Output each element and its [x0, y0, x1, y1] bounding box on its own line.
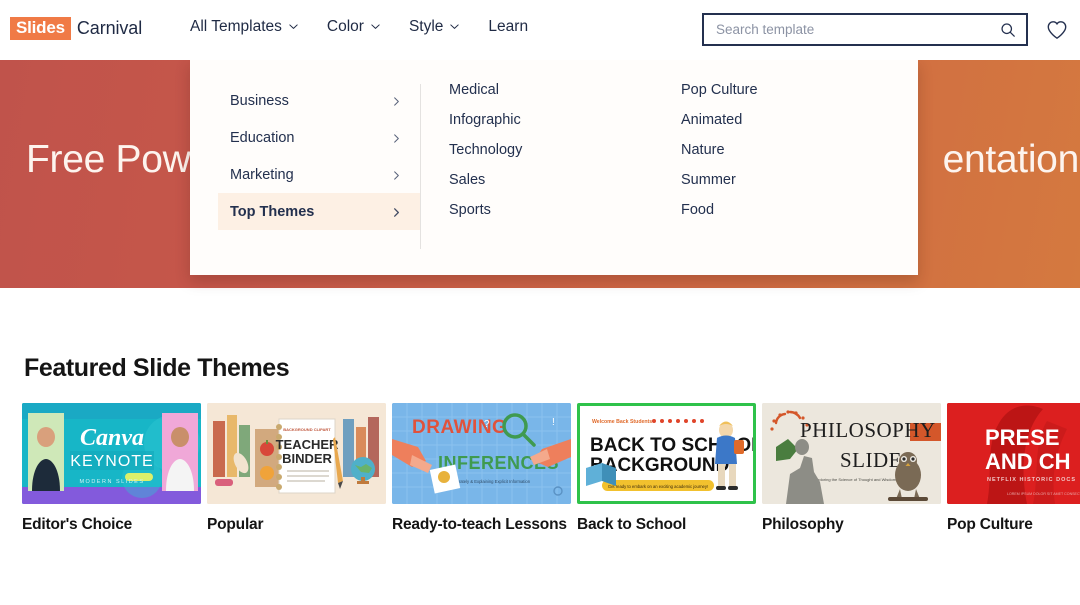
- mega-sub-infographic[interactable]: Infographic: [449, 112, 681, 128]
- chevron-down-icon: [370, 21, 379, 30]
- svg-text:TEACHER: TEACHER: [276, 437, 339, 452]
- svg-text:NETFLIX HISTORIC DOCS: NETFLIX HISTORIC DOCS: [987, 477, 1076, 483]
- thumb-art-canva: Canva KEYNOTE MODERN SLIDES: [22, 403, 201, 504]
- chevron-right-icon: [391, 206, 402, 217]
- thumb-art-drawing-inferences: DRAWING INFERENCES Quoting Accurately & …: [392, 403, 571, 504]
- nav-item-all-templates[interactable]: All Templates: [190, 18, 297, 36]
- featured-card-label: Pop Culture: [947, 515, 1080, 534]
- nav-item-label: All Templates: [190, 18, 282, 36]
- mega-category-label: Marketing: [230, 167, 294, 183]
- main-nav: All Templates Color Style Learn: [190, 18, 528, 36]
- search-box[interactable]: [702, 13, 1028, 46]
- chevron-down-icon: [449, 21, 458, 30]
- hero-title-right: entations: [943, 138, 1080, 181]
- svg-text:BINDER: BINDER: [282, 451, 332, 466]
- chevron-down-icon: [288, 21, 297, 30]
- nav-item-label: Color: [327, 18, 364, 36]
- logo-badge-slides: Slides: [10, 17, 71, 40]
- svg-text:LOREM IPSUM DOLOR SIT AMET CON: LOREM IPSUM DOLOR SIT AMET CONSECTETUR: [1007, 492, 1080, 496]
- thumbnail-editors-choice[interactable]: Canva KEYNOTE MODERN SLIDES: [22, 403, 201, 504]
- svg-text:Canva: Canva: [80, 425, 144, 451]
- mega-sub-sales[interactable]: Sales: [449, 172, 681, 188]
- mega-sub-medical[interactable]: Medical: [449, 82, 681, 98]
- mega-sub-sports[interactable]: Sports: [449, 202, 681, 218]
- featured-card-label: Popular: [207, 515, 386, 534]
- mega-sub-summer[interactable]: Summer: [681, 172, 913, 188]
- svg-text:BACKGROUND CLIPART: BACKGROUND CLIPART: [283, 427, 331, 432]
- featured-card-label: Editor's Choice: [22, 515, 201, 534]
- svg-text:DRAWING: DRAWING: [412, 417, 507, 438]
- mega-category-label: Top Themes: [230, 204, 314, 220]
- heart-icon: [1046, 27, 1068, 44]
- mega-menu-subcategories: Medical Infographic Technology Sales Spo…: [421, 82, 918, 275]
- mega-menu-categories: Business Education Marketing Top Themes: [190, 82, 420, 275]
- svg-text:?: ?: [484, 419, 490, 430]
- page-title: Featured Slide Themes: [24, 354, 289, 383]
- mega-subcolumn-one: Medical Infographic Technology Sales Spo…: [449, 82, 681, 275]
- mega-sub-food[interactable]: Food: [681, 202, 913, 218]
- svg-text:KEYNOTE: KEYNOTE: [70, 453, 153, 470]
- featured-cards-row: Canva KEYNOTE MODERN SLIDES Editor's Cho…: [22, 403, 1080, 534]
- mega-category-business[interactable]: Business: [218, 82, 420, 119]
- thumbnail-pop-culture[interactable]: PRESE AND CH NETFLIX HISTORIC DOCS LOREM…: [947, 403, 1080, 504]
- featured-card-editors-choice[interactable]: Canva KEYNOTE MODERN SLIDES Editor's Cho…: [22, 403, 201, 534]
- svg-text:!: !: [552, 417, 555, 428]
- page-root: Slides Carnival All Templates Color Styl…: [0, 0, 1080, 605]
- mega-sub-technology[interactable]: Technology: [449, 142, 681, 158]
- mega-category-top-themes[interactable]: Top Themes: [218, 193, 420, 230]
- mega-sub-animated[interactable]: Animated: [681, 112, 913, 128]
- nav-item-style[interactable]: Style: [409, 18, 458, 36]
- featured-card-label: Philosophy: [762, 515, 941, 534]
- thumbnail-back-to-school[interactable]: Welcome Back Students BACK TO SCHOOL BAC…: [577, 403, 756, 504]
- mega-category-education[interactable]: Education: [218, 119, 420, 156]
- search-input[interactable]: [716, 22, 1000, 37]
- svg-text:PRESE: PRESE: [985, 425, 1060, 450]
- svg-text:MODERN SLIDES: MODERN SLIDES: [79, 479, 144, 485]
- mega-category-marketing[interactable]: Marketing: [218, 156, 420, 193]
- chevron-right-icon: [391, 132, 402, 143]
- nav-item-color[interactable]: Color: [327, 18, 379, 36]
- featured-card-philosophy[interactable]: PHILOSOPHY SLIDES Exploring the Science …: [762, 403, 941, 534]
- thumbnail-ready-to-teach[interactable]: DRAWING INFERENCES Quoting Accurately & …: [392, 403, 571, 504]
- featured-card-pop-culture[interactable]: PRESE AND CH NETFLIX HISTORIC DOCS LOREM…: [947, 403, 1080, 534]
- svg-text:PHILOSOPHY: PHILOSOPHY: [800, 418, 936, 442]
- featured-card-ready-to-teach[interactable]: DRAWING INFERENCES Quoting Accurately & …: [392, 403, 571, 534]
- featured-card-label: Ready-to-teach Lessons: [392, 515, 571, 534]
- site-header: Slides Carnival All Templates Color Styl…: [0, 0, 1080, 60]
- chevron-right-icon: [391, 95, 402, 106]
- mega-sub-nature[interactable]: Nature: [681, 142, 913, 158]
- mega-subcolumn-two: Pop Culture Animated Nature Summer Food: [681, 82, 913, 275]
- thumb-art-back-to-school: Welcome Back Students BACK TO SCHOOL BAC…: [577, 403, 756, 504]
- chevron-right-icon: [391, 169, 402, 180]
- mega-menu-panel: Business Education Marketing Top Themes: [190, 60, 918, 275]
- svg-text:Exploring the Science of Thoug: Exploring the Science of Thought and Wis…: [814, 477, 897, 482]
- featured-card-label: Back to School: [577, 515, 756, 534]
- site-logo[interactable]: Slides Carnival: [10, 17, 142, 40]
- mega-sub-pop-culture[interactable]: Pop Culture: [681, 82, 913, 98]
- thumb-art-pop-culture: PRESE AND CH NETFLIX HISTORIC DOCS LOREM…: [947, 403, 1080, 504]
- featured-card-popular[interactable]: BACKGROUND CLIPART TEACHER BINDER: [207, 403, 386, 534]
- svg-text:Get ready to embark on an exci: Get ready to embark on an exciting acade…: [608, 484, 708, 489]
- nav-item-label: Learn: [488, 18, 528, 36]
- logo-word-carnival: Carnival: [77, 18, 142, 39]
- thumbnail-philosophy[interactable]: PHILOSOPHY SLIDES Exploring the Science …: [762, 403, 941, 504]
- svg-text:Welcome Back Students: Welcome Back Students: [592, 419, 652, 425]
- search-icon[interactable]: [1000, 22, 1016, 38]
- featured-card-back-to-school[interactable]: Welcome Back Students BACK TO SCHOOL BAC…: [577, 403, 756, 534]
- svg-text:AND CH: AND CH: [985, 449, 1071, 474]
- mega-category-label: Business: [230, 93, 289, 109]
- thumb-art-teacher-binder: BACKGROUND CLIPART TEACHER BINDER: [207, 403, 386, 504]
- thumbnail-popular[interactable]: BACKGROUND CLIPART TEACHER BINDER: [207, 403, 386, 504]
- nav-item-learn[interactable]: Learn: [488, 18, 528, 36]
- thumb-art-philosophy: PHILOSOPHY SLIDES Exploring the Science …: [762, 403, 941, 504]
- mega-category-label: Education: [230, 130, 295, 146]
- nav-item-label: Style: [409, 18, 443, 36]
- favorites-button[interactable]: [1046, 20, 1068, 40]
